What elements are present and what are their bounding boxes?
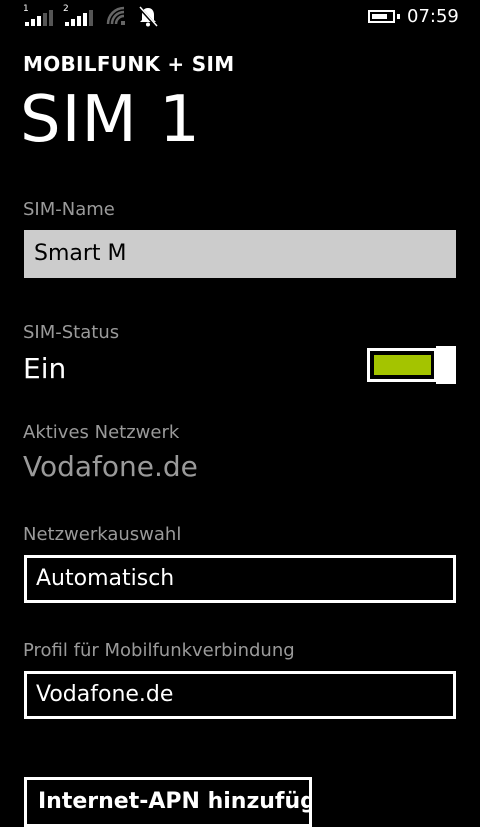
add-internet-apn-button[interactable]: Internet-APN hinzufügen — [24, 777, 312, 827]
signal-bars-icon — [25, 10, 53, 26]
active-network-value: Vodafone.de — [23, 450, 198, 483]
sim-status-toggle[interactable] — [367, 348, 437, 382]
wifi-icon — [106, 6, 125, 25]
battery-tip — [397, 14, 400, 19]
sim-status-label: SIM-Status — [23, 322, 120, 343]
profile-dropdown[interactable]: Vodafone.de — [24, 671, 456, 719]
sim-name-input[interactable]: Smart M — [24, 230, 456, 278]
quiet-bell-icon — [138, 6, 158, 28]
status-time: 07:59 — [407, 6, 459, 27]
network-selection-dropdown[interactable]: Automatisch — [24, 555, 456, 603]
toggle-fill — [374, 355, 431, 375]
sim-name-label: SIM-Name — [23, 199, 115, 220]
page-title: SIM 1 — [20, 83, 201, 157]
battery-level — [372, 14, 387, 19]
profile-label: Profil für Mobilfunkverbindung — [23, 640, 295, 661]
network-selection-label: Netzwerkauswahl — [23, 524, 182, 545]
toggle-thumb[interactable] — [436, 346, 456, 384]
signal-bars-icon — [65, 10, 93, 26]
sim-status-value: Ein — [23, 352, 67, 385]
page-subtitle: MOBILFUNK + SIM — [23, 52, 235, 76]
active-network-label: Aktives Netzwerk — [23, 422, 180, 443]
status-bar: 1 2 07:59 — [0, 0, 480, 36]
battery-icon — [368, 10, 395, 23]
